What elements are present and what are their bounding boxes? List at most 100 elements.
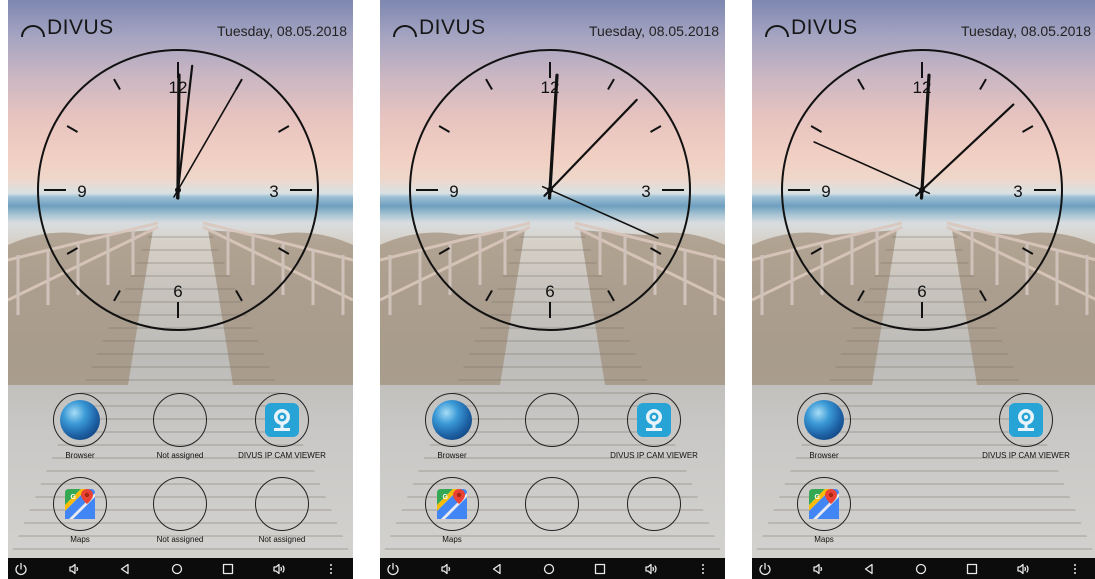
clock-numeral-9: 9 [77, 182, 86, 201]
app-slot[interactable] [869, 477, 979, 559]
slot-ring [153, 477, 207, 531]
volume-up-icon[interactable] [271, 561, 287, 577]
power-icon[interactable] [385, 561, 401, 577]
tablet-home-screen: DIVUS Tuesday, 08.05.2018 12 3 6 9 Browser DIVU… [380, 0, 725, 579]
app-slot[interactable]: Browser [769, 393, 879, 475]
clock-tick [607, 78, 615, 90]
logo-text: DIVUS [47, 16, 114, 39]
volume-up-icon[interactable] [643, 561, 659, 577]
android-nav-bar [8, 558, 353, 579]
clock-tick [979, 78, 987, 90]
camera-icon [265, 403, 299, 437]
app-slot-label: Maps [814, 535, 834, 544]
date-label: Tuesday, 08.05.2018 [961, 23, 1091, 39]
app-slot-label: DIVUS IP CAM VIEWER [610, 451, 698, 460]
app-slot[interactable]: DIVUS IP CAM VIEWER [971, 393, 1081, 475]
volume-down-icon[interactable] [66, 561, 82, 577]
volume-down-icon[interactable] [438, 561, 454, 577]
divus-logo: DIVUS [20, 16, 130, 40]
app-slot[interactable]: Browser [397, 393, 507, 475]
clock-tick [979, 290, 987, 302]
clock-center [175, 187, 181, 193]
slot-ring [153, 393, 207, 447]
logo-text: DIVUS [791, 16, 858, 39]
app-slot[interactable]: Not assigned [227, 477, 337, 559]
app-slot[interactable] [971, 477, 1081, 559]
back-icon[interactable] [117, 561, 133, 577]
app-slot[interactable]: DIVUS IP CAM VIEWER [599, 393, 709, 475]
app-slot[interactable]: Not assigned [125, 477, 235, 559]
clock-tick [113, 290, 121, 302]
app-slot[interactable]: Not assigned [125, 393, 235, 475]
date-label: Tuesday, 08.05.2018 [589, 23, 719, 39]
recents-icon[interactable] [964, 561, 980, 577]
app-slot[interactable]: G Maps [397, 477, 507, 559]
clock-tick [607, 290, 615, 302]
slot-ring [525, 477, 579, 531]
camera-icon [1009, 403, 1043, 437]
clock-tick [810, 247, 822, 255]
divus-logo: DIVUS [764, 16, 874, 40]
back-icon[interactable] [489, 561, 505, 577]
android-nav-bar [380, 558, 725, 579]
clock-tick [278, 125, 290, 133]
clock-numeral-3: 3 [641, 182, 650, 201]
svg-text:G: G [815, 494, 821, 501]
app-slot-label: Not assigned [258, 535, 306, 544]
app-slot[interactable] [599, 477, 709, 559]
globe-icon [60, 400, 100, 440]
app-slot[interactable] [497, 393, 607, 475]
clock-numeral-9: 9 [821, 182, 830, 201]
globe-icon [432, 400, 472, 440]
app-slot-label: Browser [437, 451, 467, 460]
app-slot[interactable]: DIVUS IP CAM VIEWER [227, 393, 337, 475]
clock-tick [650, 247, 662, 255]
minute-hand [915, 103, 1015, 197]
home-icon[interactable] [913, 561, 929, 577]
menu-icon[interactable] [323, 561, 339, 577]
tablet-home-screen: DIVUSTuesday, 08.05.201812369BrowserNot … [8, 0, 353, 579]
second-hand [813, 141, 931, 195]
analog-clock: 12369 [37, 49, 319, 331]
slot-ring [627, 477, 681, 531]
menu-icon[interactable] [695, 561, 711, 577]
android-nav-bar [752, 558, 1095, 579]
volume-down-icon[interactable] [810, 561, 826, 577]
app-slot-label: Not assigned [156, 535, 204, 544]
clock-numeral-3: 3 [269, 182, 278, 201]
app-slot[interactable]: G Maps [25, 477, 135, 559]
clock-numeral-9: 9 [449, 182, 458, 201]
app-slot-label: Browser [809, 451, 839, 460]
home-icon[interactable] [541, 561, 557, 577]
clock-widget: 12369 [780, 48, 1064, 332]
home-icon[interactable] [169, 561, 185, 577]
clock-tick [810, 125, 822, 133]
menu-icon[interactable] [1067, 561, 1083, 577]
clock-numeral-6: 6 [545, 282, 554, 301]
recents-icon[interactable] [220, 561, 236, 577]
clock-tick [66, 247, 78, 255]
app-slot[interactable]: Browser [25, 393, 135, 475]
clock-numeral-3: 3 [1013, 182, 1022, 201]
power-icon[interactable] [13, 561, 29, 577]
app-slot[interactable] [869, 393, 979, 475]
volume-up-icon[interactable] [1015, 561, 1031, 577]
clock-tick [485, 78, 493, 90]
back-icon[interactable] [861, 561, 877, 577]
tablet-home-screen: DIVUS Tuesday, 08.05.2018 12 3 6 9 Browser DIVU… [752, 0, 1095, 579]
maps-icon: G [804, 484, 844, 524]
recents-icon[interactable] [592, 561, 608, 577]
divus-logo: DIVUS [392, 16, 502, 40]
clock-center [547, 187, 553, 193]
minute-hand [543, 98, 638, 197]
app-slot[interactable] [497, 477, 607, 559]
clock-tick [1022, 247, 1034, 255]
clock-tick [235, 290, 243, 302]
clock-center [919, 187, 925, 193]
power-icon[interactable] [757, 561, 773, 577]
logo-text: DIVUS [419, 16, 486, 39]
clock-tick [438, 125, 450, 133]
app-slot-label: Maps [442, 535, 462, 544]
app-slot[interactable]: G Maps [769, 477, 879, 559]
clock-tick [485, 290, 493, 302]
